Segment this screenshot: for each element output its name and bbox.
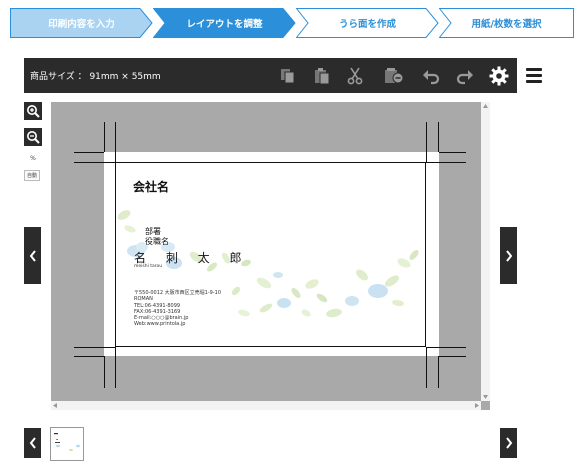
zoom-out-button[interactable] — [24, 128, 42, 146]
product-size-label: 商品サイズ ： 91mm × 55mm — [30, 72, 161, 82]
paste-icon[interactable] — [311, 65, 333, 87]
zoom-in-button[interactable] — [24, 102, 42, 120]
card-contact-block[interactable]: 〒550-0012 大阪市西区立売堀1-9-10 ROMAN TEL:06-43… — [134, 290, 221, 328]
delete-icon[interactable] — [383, 65, 405, 87]
next-page-button[interactable] — [500, 227, 517, 284]
card-person-name-roman[interactable]: meishi tarou — [134, 264, 162, 269]
step-label: 印刷内容を入力 — [48, 19, 115, 30]
horizontal-scrollbar[interactable] — [51, 401, 481, 410]
zoom-out-icon — [27, 131, 40, 144]
chevron-right-icon — [505, 249, 512, 262]
chevron-right-icon — [505, 437, 512, 449]
step-input[interactable]: 印刷内容を入力 — [10, 8, 153, 38]
card-job-title: 役職名 — [145, 237, 169, 246]
step-label: レイアウトを調整 — [186, 19, 263, 30]
thumbnail-preview — [54, 433, 80, 451]
business-card[interactable]: 会社名 部署 役職名 名 刺 太 郎 meishi tarou 〒550-001… — [115, 162, 426, 347]
card-department: 部署 — [145, 227, 161, 236]
vertical-scrollbar[interactable] — [481, 102, 490, 401]
card-company-name[interactable]: 会社名 — [133, 178, 169, 195]
step-paper[interactable]: 用紙/枚数を選択 — [439, 8, 574, 38]
zoom-percent: % — [30, 155, 36, 162]
step-layout[interactable]: レイアウトを調整 — [153, 8, 296, 38]
step-label: 用紙/枚数を選択 — [471, 19, 542, 30]
undo-icon[interactable] — [420, 65, 442, 87]
progress-steps: 印刷内容を入力 レイアウトを調整 うら面を作成 用紙/枚数を選択 — [10, 8, 574, 38]
chevron-left-icon — [29, 437, 36, 449]
card-web: Web:www.printola.jp — [134, 321, 186, 328]
menu-icon[interactable] — [526, 68, 542, 84]
card-department-title[interactable]: 部署 役職名 — [145, 227, 169, 247]
redo-icon[interactable] — [454, 65, 476, 87]
step-back[interactable]: うら面を作成 — [296, 8, 439, 38]
step-label: うら面を作成 — [338, 19, 396, 30]
thumb-prev-button[interactable] — [24, 428, 41, 458]
copy-icon[interactable] — [277, 65, 299, 87]
thumb-next-button[interactable] — [500, 428, 517, 458]
settings-icon[interactable] — [488, 65, 510, 87]
zoom-in-icon — [27, 105, 40, 118]
prev-page-button[interactable] — [24, 227, 41, 284]
cut-icon[interactable] — [344, 65, 366, 87]
editor-toolbar: 商品サイズ ： 91mm × 55mm — [24, 58, 517, 93]
page-thumbnail[interactable] — [50, 427, 84, 461]
chevron-left-icon — [29, 249, 36, 262]
zoom-auto-button[interactable]: 自動 — [24, 170, 40, 181]
